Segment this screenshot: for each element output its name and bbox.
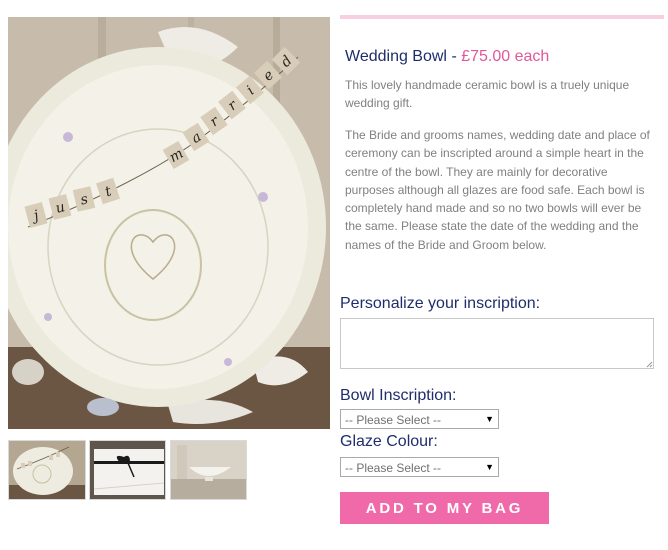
dropdown-arrow-icon: ▼ bbox=[485, 414, 494, 424]
product-description-details: The Bride and grooms names, wedding date… bbox=[345, 128, 650, 252]
product-price: £75.00 each bbox=[461, 48, 550, 65]
inscription-textarea[interactable] bbox=[340, 318, 654, 369]
product-description-intro: This lovely handmade ceramic bowl is a t… bbox=[345, 78, 630, 111]
add-to-bag-button[interactable]: ADD TO MY BAG bbox=[340, 492, 549, 524]
glaze-colour-label: Glaze Colour: bbox=[340, 433, 438, 450]
thumbnail-bowl-side[interactable] bbox=[170, 440, 247, 500]
glaze-colour-select[interactable]: -- Please Select -- ▼ bbox=[340, 457, 499, 477]
bowl-inscription-select[interactable]: -- Please Select -- ▼ bbox=[340, 409, 499, 429]
dropdown-arrow-icon: ▼ bbox=[485, 462, 494, 472]
main-product-photo: j u s t m a r r i e d bbox=[8, 17, 330, 429]
product-title: Wedding Bowl bbox=[345, 48, 447, 65]
glaze-colour-selected: -- Please Select -- bbox=[345, 461, 442, 475]
personalize-label: Personalize your inscription: bbox=[340, 295, 541, 312]
title-separator: - bbox=[451, 48, 457, 65]
thumbnail-bowl-front[interactable] bbox=[8, 440, 86, 500]
product-heading: Wedding Bowl - £75.00 each bbox=[345, 48, 549, 66]
bowl-inscription-selected: -- Please Select -- bbox=[345, 413, 442, 427]
bowl-inscription-label: Bowl Inscription: bbox=[340, 387, 457, 404]
thumbnail-gift-box[interactable] bbox=[89, 440, 166, 500]
resize-grip-icon[interactable] bbox=[646, 361, 653, 368]
top-divider bbox=[340, 15, 664, 19]
